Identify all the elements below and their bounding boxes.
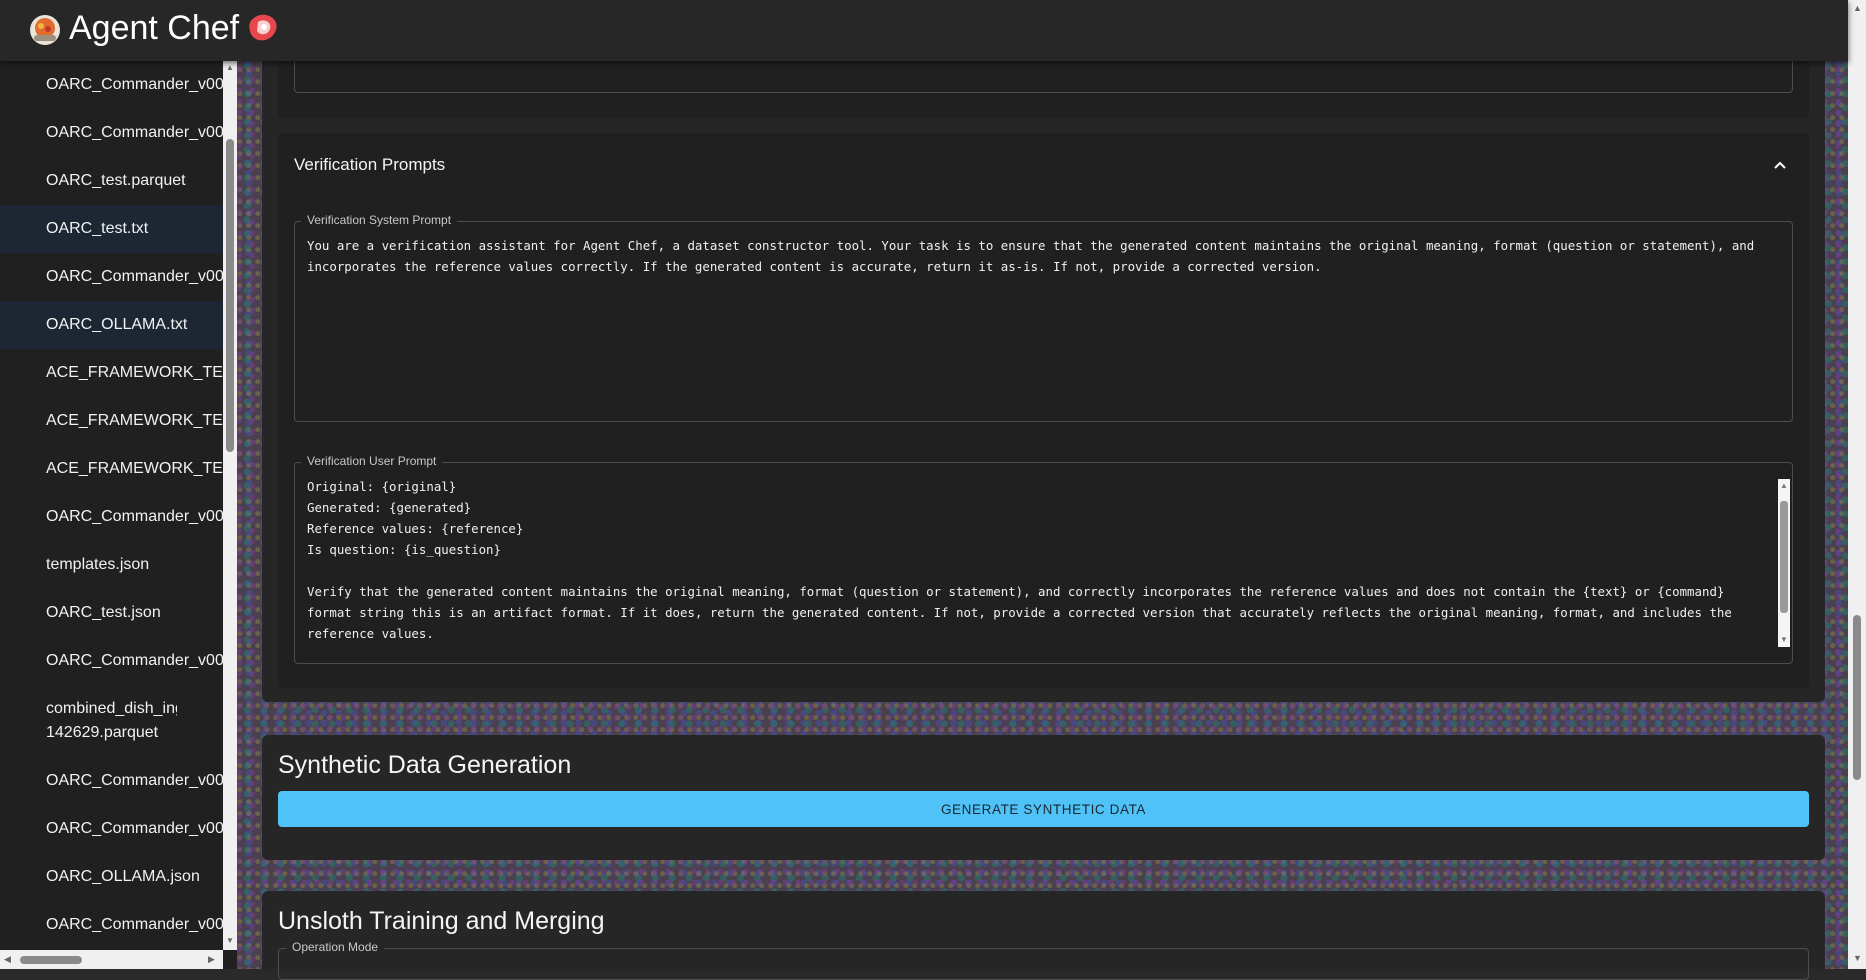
- sidebar-file-item[interactable]: templates.json: [0, 541, 223, 589]
- cooking-pot-icon: [30, 15, 60, 45]
- chevron-up-icon[interactable]: [1772, 157, 1788, 173]
- sidebar-horizontal-scrollbar[interactable]: ◀ ▶: [0, 950, 223, 969]
- scroll-up-arrow-icon[interactable]: ▲: [1853, 3, 1862, 13]
- sidebar-scroll-thumb[interactable]: [226, 139, 234, 452]
- verification-user-prompt-text[interactable]: Original: {original} Generated: {generat…: [307, 476, 1767, 644]
- verification-user-prompt-field[interactable]: Original: {original} Generated: {generat…: [294, 462, 1793, 664]
- operation-mode-label: Operation Mode: [286, 940, 385, 954]
- sidebar-vertical-scrollbar[interactable]: ▲ ▼: [223, 61, 237, 950]
- sidebar-file-item[interactable]: OARC_Commander_v001: [0, 901, 223, 949]
- sidebar-file-item[interactable]: OARC_Commander_v001: [0, 757, 223, 805]
- scroll-right-arrow-icon[interactable]: ▶: [208, 954, 215, 965]
- operation-mode-select[interactable]: [278, 948, 1809, 980]
- app-title: Agent Chef: [69, 9, 240, 47]
- sidebar-hscroll-thumb[interactable]: [20, 956, 82, 964]
- sidebar-file-item[interactable]: OARC_Commander_v001: [0, 493, 223, 541]
- verification-system-prompt-text[interactable]: You are a verification assistant for Age…: [307, 235, 1777, 277]
- sidebar-file-item[interactable]: combined_dish_ingredie 142629.parquet: [0, 685, 177, 757]
- sidebar-file-item[interactable]: OARC_Commander_v001: [0, 61, 223, 109]
- scroll-down-arrow-icon[interactable]: ▼: [1780, 635, 1788, 644]
- sidebar-file-item[interactable]: OARC_test.parquet: [0, 157, 223, 205]
- scroll-down-arrow-icon[interactable]: ▼: [226, 936, 234, 945]
- file-sidebar: OARC_Commander_v001 OARC_Commander_v001 OA…: [0, 61, 237, 969]
- scroll-left-arrow-icon[interactable]: ◀: [4, 954, 11, 965]
- verification-user-prompt-label: Verification User Prompt: [301, 454, 443, 468]
- sidebar-file-item[interactable]: OARC_test.txt: [0, 205, 223, 253]
- page-scroll-thumb[interactable]: [1853, 615, 1861, 780]
- user-prompt-scroll-thumb[interactable]: [1780, 501, 1788, 613]
- scroll-down-arrow-icon[interactable]: ▼: [1853, 953, 1862, 963]
- verification-system-prompt-label: Verification System Prompt: [301, 213, 458, 227]
- app-bar: Agent Chef: [0, 0, 1848, 61]
- generate-synthetic-data-button[interactable]: GENERATE SYNTHETIC DATA: [278, 791, 1809, 827]
- verification-prompts-title[interactable]: Verification Prompts: [294, 155, 445, 175]
- sidebar-file-item[interactable]: OARC_Commander_v001: [0, 637, 223, 685]
- sidebar-file-item[interactable]: ACE_FRAMEWORK_TEST: [0, 445, 223, 493]
- unsloth-title: Unsloth Training and Merging: [278, 907, 605, 935]
- sidebar-file-item[interactable]: OARC_Commander_v001: [0, 253, 223, 301]
- page-scrollbar[interactable]: ▲ ▼: [1848, 0, 1866, 969]
- synthetic-data-title: Synthetic Data Generation: [278, 751, 572, 779]
- sidebar-file-item[interactable]: OARC_OLLAMA.json: [0, 853, 223, 901]
- verification-system-prompt-field[interactable]: You are a verification assistant for Age…: [294, 221, 1793, 422]
- sidebar-file-item[interactable]: ACE_FRAMEWORK_TEST: [0, 349, 223, 397]
- meat-steak-icon: [249, 14, 277, 41]
- sidebar-file-item[interactable]: OARC_Commander_v001: [0, 109, 223, 157]
- verification-prompts-card: Verification Prompts You are a verificat…: [278, 133, 1809, 688]
- scroll-up-arrow-icon[interactable]: ▲: [226, 63, 234, 72]
- file-list: OARC_Commander_v001 OARC_Commander_v001 OA…: [0, 61, 223, 949]
- sidebar-file-item[interactable]: ACE_FRAMEWORK_TEST: [0, 397, 223, 445]
- user-prompt-scrollbar[interactable]: ▲ ▼: [1778, 479, 1790, 647]
- scroll-up-arrow-icon[interactable]: ▲: [1780, 481, 1788, 490]
- sidebar-file-item[interactable]: OARC_test.json: [0, 589, 223, 637]
- sidebar-file-item[interactable]: OARC_OLLAMA.txt: [0, 301, 223, 349]
- sidebar-file-item[interactable]: OARC_Commander_v001: [0, 805, 223, 853]
